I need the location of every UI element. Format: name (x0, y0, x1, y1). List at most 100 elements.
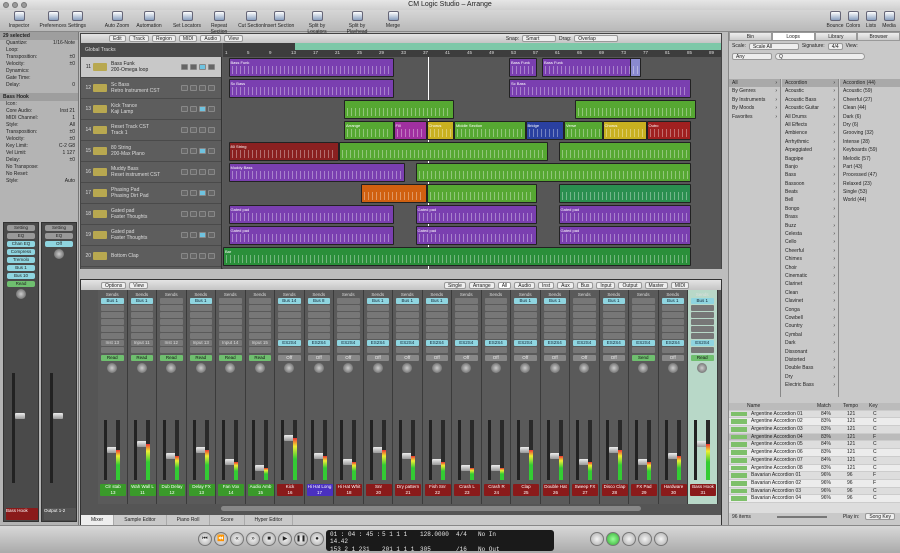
param-value[interactable]: ±0 (69, 136, 75, 143)
sync-button[interactable] (654, 532, 668, 546)
insert-slot[interactable] (514, 305, 537, 311)
keyword-item[interactable]: Cymbal › (782, 331, 838, 339)
column-header[interactable]: Name (729, 403, 815, 410)
keyword-item[interactable]: Grooving (32) (840, 129, 900, 137)
insert-slot[interactable] (543, 319, 566, 325)
region[interactable]: Chorus (426, 121, 454, 140)
pan-knob[interactable] (697, 363, 708, 373)
record-button[interactable] (199, 127, 206, 133)
record-button[interactable] (199, 211, 206, 217)
volume-fader[interactable] (694, 420, 707, 480)
volume-fader[interactable] (163, 420, 176, 480)
mixer-filter-aux[interactable]: Aux (557, 281, 574, 289)
channel-name-label[interactable]: Disco Clap 28 (601, 484, 628, 496)
drag-select[interactable]: Overlap (574, 35, 619, 42)
snap-select[interactable]: Smart (522, 35, 556, 42)
param-value[interactable]: All (69, 122, 75, 129)
pan-knob[interactable] (638, 363, 649, 373)
keyword-item[interactable]: Banjo › (782, 163, 838, 171)
record-button[interactable] (199, 148, 206, 154)
mute-button[interactable] (181, 190, 188, 196)
channel-name-label[interactable]: Hi Hat Whit 18 (336, 484, 362, 496)
insert-slot[interactable] (189, 312, 212, 318)
record-button[interactable] (199, 190, 206, 196)
output-slot[interactable] (396, 347, 419, 353)
go-to-start-button[interactable]: ⏮ (198, 532, 212, 546)
insert-slot[interactable] (543, 326, 566, 332)
track-header[interactable]: 14 Reset Track CST Track 1 (81, 120, 221, 141)
insert-slot[interactable] (307, 333, 330, 339)
record-button[interactable] (199, 64, 206, 70)
keyword-item[interactable]: Relaxed (23) (840, 180, 900, 188)
output-slot[interactable] (602, 347, 625, 353)
mute-button[interactable] (181, 85, 188, 91)
region[interactable]: Sc Bass (228, 79, 394, 98)
pan-knob[interactable] (402, 363, 413, 373)
insert-slot[interactable] (278, 326, 301, 332)
rewind-small-button[interactable]: ⏪ (214, 532, 228, 546)
region[interactable]: Fill (393, 121, 427, 140)
tempo[interactable]: 128.0000 (420, 531, 456, 545)
keyword-item[interactable]: Ambience › (782, 129, 838, 137)
channel-name-label[interactable]: Hi Hat Long 17 (306, 484, 333, 496)
input-slot[interactable]: ES2S4 (661, 340, 684, 346)
keyword-item[interactable]: Dark (6) (840, 113, 900, 121)
insert-slot[interactable] (691, 333, 714, 339)
insert-slot[interactable] (366, 319, 389, 325)
mixer-filter-all[interactable]: All (497, 281, 512, 289)
insert-slot[interactable] (130, 319, 153, 325)
insert-slot[interactable] (307, 326, 330, 332)
automation-mode[interactable]: Off (484, 355, 507, 361)
keyword-item[interactable]: All Effects › (782, 121, 838, 129)
record-button[interactable] (199, 85, 206, 91)
send-slot-empty[interactable] (248, 298, 271, 304)
keyword-item[interactable]: Dry › (782, 373, 838, 381)
insert-slot[interactable] (602, 319, 625, 325)
volume-fader[interactable] (635, 420, 648, 480)
keyword-item[interactable]: Acoustic (59) (840, 87, 900, 95)
automation-mode[interactable]: Off (514, 355, 537, 361)
insert-slot[interactable] (160, 326, 183, 332)
pan-knob[interactable] (343, 363, 354, 373)
channel-name-label[interactable]: Fan Vox 14 (218, 484, 244, 496)
insert-slot[interactable] (396, 312, 419, 318)
strip-button[interactable]: Setting (7, 225, 35, 231)
region[interactable]: Gated pad (228, 205, 394, 224)
insert-slot[interactable] (484, 326, 507, 332)
insert-slot[interactable] (278, 333, 301, 339)
input-slot[interactable]: Input 14 (219, 340, 242, 346)
strip-button[interactable]: Tremolo (7, 257, 35, 263)
volume-fader[interactable] (428, 420, 442, 480)
region[interactable]: Bass Funk (509, 58, 537, 77)
region-param[interactable]: Transposition: ±0 (0, 54, 78, 61)
keyword-item[interactable]: Dark › (782, 339, 838, 347)
toolbar-button-automation[interactable]: Automation (132, 11, 166, 29)
solo-button[interactable] (190, 85, 197, 91)
send-slot-empty[interactable] (632, 298, 655, 304)
insert-slot[interactable] (396, 333, 419, 339)
automation-mode[interactable]: Off (45, 241, 73, 247)
send-slot[interactable]: Bus 1 (189, 298, 212, 304)
channel-name-label[interactable]: Clap 25 (513, 484, 539, 496)
input-slot[interactable]: Input 13 (189, 340, 212, 346)
send-slot-empty[interactable] (573, 298, 596, 304)
insert-slot[interactable] (484, 305, 507, 311)
keyword-item[interactable]: Arrhythmic › (782, 138, 838, 146)
solo-button[interactable] (190, 127, 197, 133)
automation-mode[interactable]: Off (278, 355, 301, 361)
insert-slot[interactable] (632, 305, 655, 311)
region[interactable] (630, 58, 641, 77)
menu-view[interactable]: View (224, 35, 243, 42)
send-slot[interactable]: Bus 1 (425, 298, 448, 304)
output-slot[interactable] (189, 347, 212, 353)
send-slot[interactable]: Bus 8 (307, 298, 330, 304)
tab-mixer[interactable]: Mixer (81, 515, 115, 525)
insert-slot[interactable] (661, 319, 684, 325)
insert-slot[interactable] (337, 305, 360, 311)
insert-slot[interactable] (514, 319, 537, 325)
mixer-filter-bus[interactable]: Bus (576, 281, 594, 289)
cycle-button[interactable] (606, 532, 620, 546)
keyword-item[interactable]: Part (43) (840, 163, 900, 171)
insert-slot[interactable] (514, 326, 537, 332)
insert-slot[interactable] (337, 326, 360, 332)
